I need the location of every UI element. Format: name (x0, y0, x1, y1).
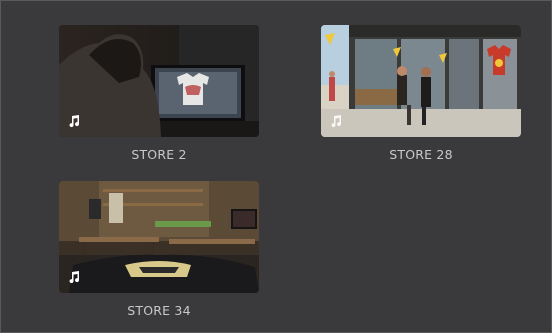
clip-thumbnail[interactable] (59, 25, 259, 137)
music-note-icon (69, 271, 80, 284)
clip-thumbnail-image (321, 25, 521, 137)
media-pool-panel: STORE 2 STORE 28 STORE 34 (0, 0, 552, 333)
clip-thumbnail[interactable] (321, 25, 521, 137)
music-note-icon (331, 115, 342, 128)
music-note-icon (69, 115, 80, 128)
clip-item-store-28[interactable]: STORE 28 (321, 25, 521, 162)
clip-item-store-34[interactable]: STORE 34 (59, 181, 259, 318)
clip-item-store-2[interactable]: STORE 2 (59, 25, 259, 162)
clip-name: STORE 2 (131, 147, 187, 162)
clip-thumbnail-image (59, 181, 259, 293)
clip-name: STORE 34 (127, 303, 191, 318)
clip-thumbnail-image (59, 25, 259, 137)
clip-name: STORE 28 (389, 147, 453, 162)
clip-thumbnail[interactable] (59, 181, 259, 293)
